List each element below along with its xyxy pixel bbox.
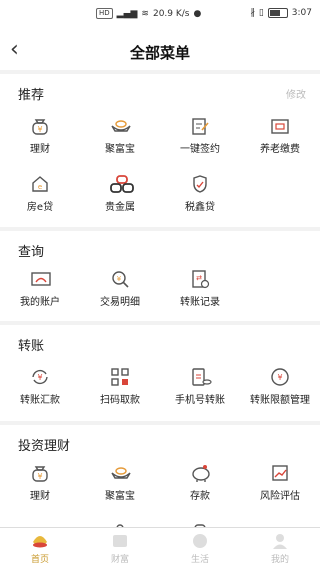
qr-code-icon	[110, 367, 130, 387]
life-icon	[191, 532, 209, 550]
section-title: 投资理财	[18, 439, 71, 454]
bottom-tab-bar: 首页 财富 生活 我的	[0, 527, 320, 570]
menu-item-metal[interactable]: 贵金属	[80, 174, 160, 213]
menu-item-scan-withdraw[interactable]: 扫码取款	[80, 367, 160, 406]
menu-item-tax-loan[interactable]: 税鑫贷	[160, 174, 240, 213]
gold-ingot-icon	[110, 116, 131, 136]
pension-card-icon	[270, 116, 290, 136]
menu-item-licai[interactable]: ¥ 理财	[0, 116, 80, 155]
menu-item-jufubao-2[interactable]: 聚富宝	[80, 463, 160, 502]
hd-badge: HD	[96, 8, 113, 19]
app-header: ‹ 全部菜单	[0, 32, 320, 70]
menu-item-sign[interactable]: 一键签约	[160, 116, 240, 155]
svg-text:¥: ¥	[37, 125, 42, 134]
section-title: 转账	[18, 339, 45, 354]
cycle-money-icon: ¥	[30, 367, 50, 387]
battery-icon	[267, 8, 288, 18]
tab-life[interactable]: 生活	[160, 532, 240, 565]
menu-item-transfer-limit[interactable]: ¥ 转账限额管理	[240, 367, 320, 406]
search-money-icon: ¥	[110, 269, 130, 289]
menu-item-remit[interactable]: ¥ 转账汇款	[0, 367, 80, 406]
shield-icon	[190, 174, 210, 194]
section-title: 查询	[18, 245, 45, 260]
page-title: 全部菜单	[129, 44, 190, 62]
tab-wealth[interactable]: 财富	[80, 532, 160, 565]
account-card-icon	[30, 269, 51, 289]
app-icon: ●	[193, 8, 202, 19]
record-clock-icon: ⇄	[190, 269, 210, 289]
piggy-bank-icon	[190, 463, 210, 483]
user-icon	[271, 532, 289, 550]
risk-chart-icon	[270, 463, 290, 483]
menu-item-licai-2[interactable]: ¥ 理财	[0, 463, 80, 502]
vibrate-icon: ▯	[258, 8, 264, 18]
wealth-icon	[111, 532, 129, 550]
svg-text:¥: ¥	[117, 275, 122, 283]
wifi-icon: ≋	[141, 8, 149, 19]
bluetooth-icon: ∦	[250, 8, 255, 18]
money-bag-icon: ¥	[30, 116, 50, 136]
money-bag-icon: ¥	[30, 463, 50, 483]
edit-button[interactable]: 修改	[286, 86, 306, 101]
phone-coins-icon	[190, 367, 212, 387]
svg-text:¥: ¥	[37, 472, 42, 481]
svg-text:¥: ¥	[277, 373, 282, 382]
menu-item-transfer-record[interactable]: ⇄ 转账记录	[160, 269, 240, 308]
menu-item-house-loan[interactable]: e 房e贷	[0, 174, 80, 213]
svg-text:¥: ¥	[37, 373, 42, 382]
svg-text:e: e	[38, 183, 42, 191]
tab-mine[interactable]: 我的	[240, 532, 320, 565]
section-investment: 投资理财 ¥ 理财 聚富宝 存款 风险评估	[0, 425, 320, 533]
gold-bars-icon	[110, 174, 134, 194]
limit-gauge-icon: ¥	[270, 367, 290, 387]
menu-item-pension[interactable]: 养老缴费	[240, 116, 320, 155]
menu-item-phone-transfer[interactable]: 手机号转账	[160, 367, 240, 406]
clock: 3:07	[291, 8, 312, 18]
menu-item-jufubao[interactable]: 聚富宝	[80, 116, 160, 155]
tab-home[interactable]: 首页	[0, 532, 80, 565]
section-transfer: 转账 ¥ 转账汇款 扫码取款 手机号转账 ¥ 转账限额管理	[0, 325, 320, 421]
home-logo-icon	[31, 532, 49, 550]
section-query: 查询 我的账户 ¥ 交易明细 ⇄ 转账记录	[0, 231, 320, 321]
gold-ingot-icon	[110, 463, 131, 483]
house-icon: e	[30, 174, 50, 194]
section-recommend: 推荐 修改 ¥ 理财 聚富宝 一键签约 养老缴费 e 房e贷 贵金属 税鑫贷	[0, 74, 320, 227]
document-sign-icon	[190, 116, 210, 136]
signal-icon: ▂▄▆	[116, 8, 138, 19]
menu-item-risk[interactable]: 风险评估	[240, 463, 320, 502]
status-bar: HD ▂▄▆ ≋ 20.9 K/s ● ∦ ▯ 3:07	[0, 0, 320, 32]
section-title: 推荐	[18, 88, 45, 103]
net-speed: 20.9 K/s	[152, 8, 190, 19]
menu-item-transactions[interactable]: ¥ 交易明细	[80, 269, 160, 308]
menu-item-my-account[interactable]: 我的账户	[0, 269, 80, 308]
svg-text:⇄: ⇄	[196, 274, 202, 282]
menu-item-deposit[interactable]: 存款	[160, 463, 240, 502]
